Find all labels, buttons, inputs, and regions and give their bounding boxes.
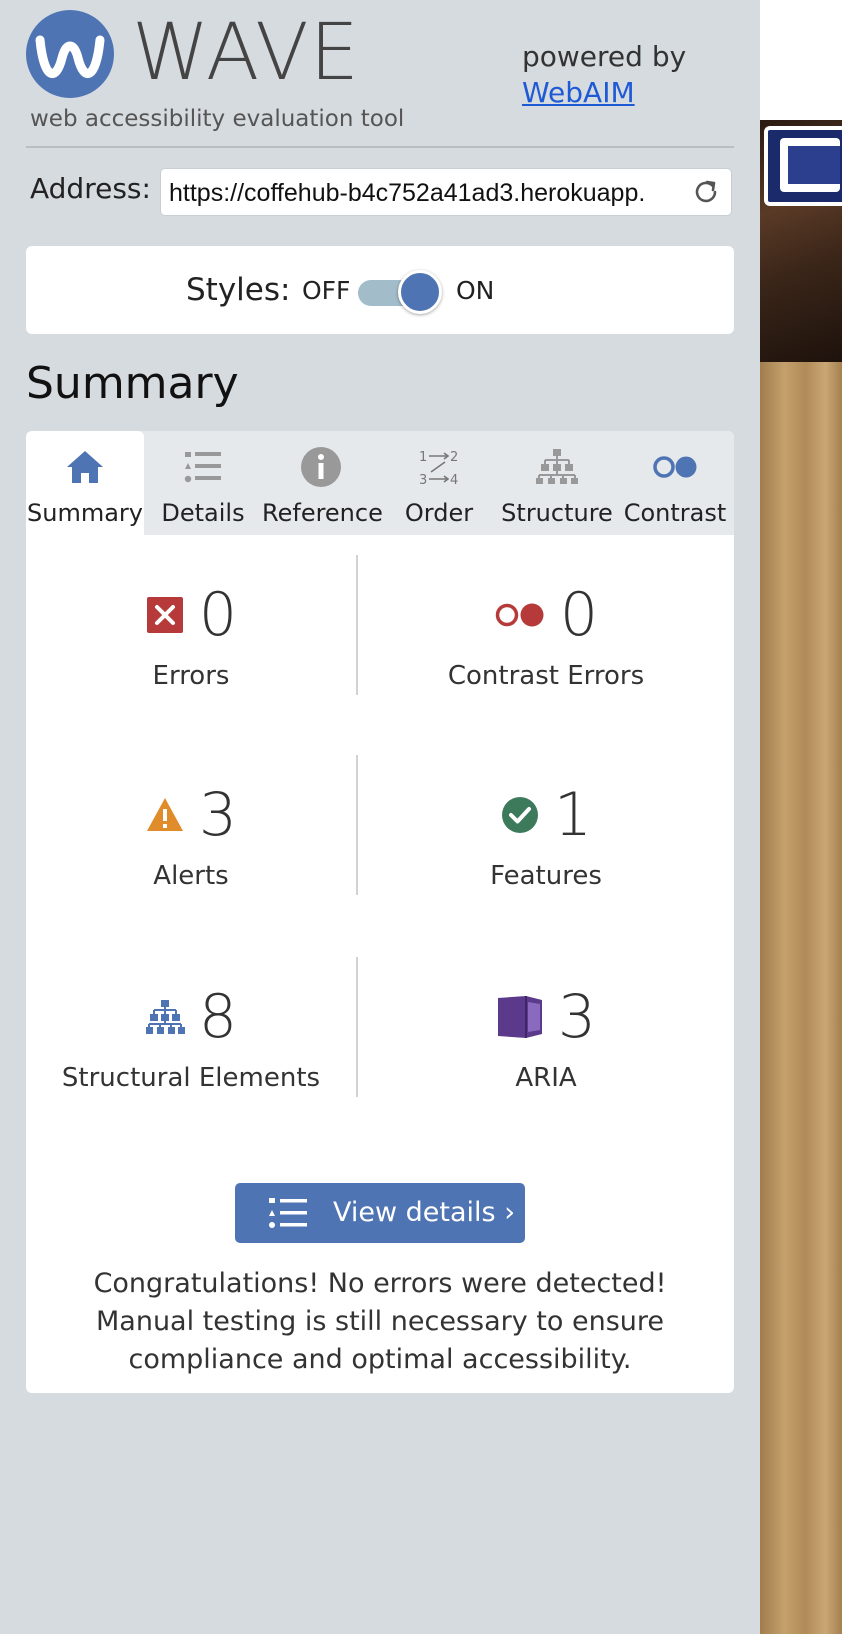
svg-text:1: 1 — [419, 450, 427, 465]
stat-divider — [356, 957, 358, 1097]
stat-features: 1 Features — [358, 735, 734, 891]
tab-structure[interactable]: Structure — [498, 431, 616, 535]
styles-toggle[interactable] — [358, 270, 442, 314]
stat-contrast-errors: 0 Contrast Errors — [358, 535, 734, 691]
alert-icon — [146, 798, 183, 831]
stat-divider — [356, 755, 358, 895]
list-icon — [269, 1198, 307, 1228]
address-row: Address: https://coffehub-b4c752a41ad3.h… — [26, 166, 734, 216]
styles-on-label: ON — [456, 276, 495, 305]
congrats-message: Congratulations! No errors were detected… — [93, 1268, 667, 1375]
page-background — [760, 362, 842, 1634]
powered-by-text: powered by — [522, 40, 687, 73]
page-logo — [764, 126, 842, 206]
address-input[interactable]: https://coffehub-b4c752a41ad3.herokuapp. — [160, 168, 732, 216]
contrast-icon — [653, 456, 697, 478]
styles-off-label: OFF — [302, 276, 351, 305]
errors-label: Errors — [152, 661, 230, 691]
svg-text:4: 4 — [450, 473, 458, 488]
tab-order[interactable]: 1 2 3 4 Order — [380, 431, 498, 535]
contrast-error-icon — [495, 603, 544, 627]
contrast-errors-label: Contrast Errors — [447, 661, 645, 691]
tab-summary[interactable]: Summary — [26, 431, 144, 535]
tab-label: Details — [161, 499, 245, 527]
feature-icon — [501, 797, 538, 833]
styles-toggle-box: Styles: OFF ON — [26, 246, 734, 334]
info-icon — [301, 447, 341, 487]
toggle-knob[interactable] — [398, 270, 442, 314]
summary-heading: Summary — [26, 358, 239, 409]
logo-text: WAVE — [132, 8, 360, 98]
view-details-label: View details › — [333, 1197, 515, 1228]
page-preview — [760, 0, 842, 1634]
tab-label: Reference — [262, 499, 383, 527]
tab-label: Summary — [27, 499, 143, 527]
stat-errors: 0 Errors — [26, 535, 356, 691]
home-icon — [67, 451, 103, 483]
address-value[interactable]: https://coffehub-b4c752a41ad3.herokuapp. — [169, 179, 679, 208]
tab-label: Structure — [501, 499, 613, 527]
stat-alerts: 3 Alerts — [26, 735, 356, 891]
wave-sidebar: WAVE web accessibility evaluation tool p… — [0, 0, 760, 1634]
error-icon — [146, 597, 183, 633]
contrast-errors-count: 0 — [559, 580, 599, 650]
features-count: 1 — [553, 780, 593, 850]
features-label: Features — [490, 861, 602, 891]
stat-structural: 8 Structural Elements — [26, 937, 356, 1093]
tab-bar: Summary Details Reference 1 2 3 4 Order … — [26, 431, 734, 535]
summary-panel: Summary Details Reference 1 2 3 4 Order … — [26, 431, 734, 1393]
view-details-button[interactable]: View details › — [235, 1183, 525, 1243]
structural-label: Structural Elements — [61, 1063, 321, 1093]
svg-text:2: 2 — [450, 450, 458, 465]
styles-label: Styles: — [186, 272, 291, 308]
aria-icon — [497, 996, 542, 1038]
tab-label: Order — [404, 499, 474, 527]
address-label: Address: — [30, 172, 151, 205]
reload-icon[interactable] — [691, 177, 721, 207]
tab-reference[interactable]: Reference — [262, 431, 383, 535]
order-icon: 1 2 3 4 — [419, 450, 458, 488]
aria-count: 3 — [557, 982, 597, 1052]
list-icon — [184, 452, 221, 483]
tab-contrast[interactable]: Contrast — [616, 431, 734, 535]
errors-count: 0 — [198, 580, 238, 650]
aria-label: ARIA — [515, 1063, 577, 1093]
alerts-label: Alerts — [153, 861, 229, 891]
tab-details[interactable]: Details — [144, 431, 262, 535]
alerts-count: 3 — [198, 780, 238, 850]
stat-divider — [356, 555, 358, 695]
structure-icon — [536, 449, 578, 484]
structural-count: 8 — [198, 982, 238, 1052]
tab-label: Contrast — [623, 499, 727, 527]
webaim-link[interactable]: WebAIM — [522, 76, 635, 109]
structure-icon — [145, 1000, 185, 1034]
wave-logo-icon — [26, 10, 114, 98]
logo-subtitle: web accessibility evaluation tool — [30, 106, 405, 132]
stat-aria: 3 ARIA — [358, 937, 734, 1093]
header: WAVE web accessibility evaluation tool p… — [26, 10, 734, 148]
svg-text:3: 3 — [419, 473, 427, 488]
